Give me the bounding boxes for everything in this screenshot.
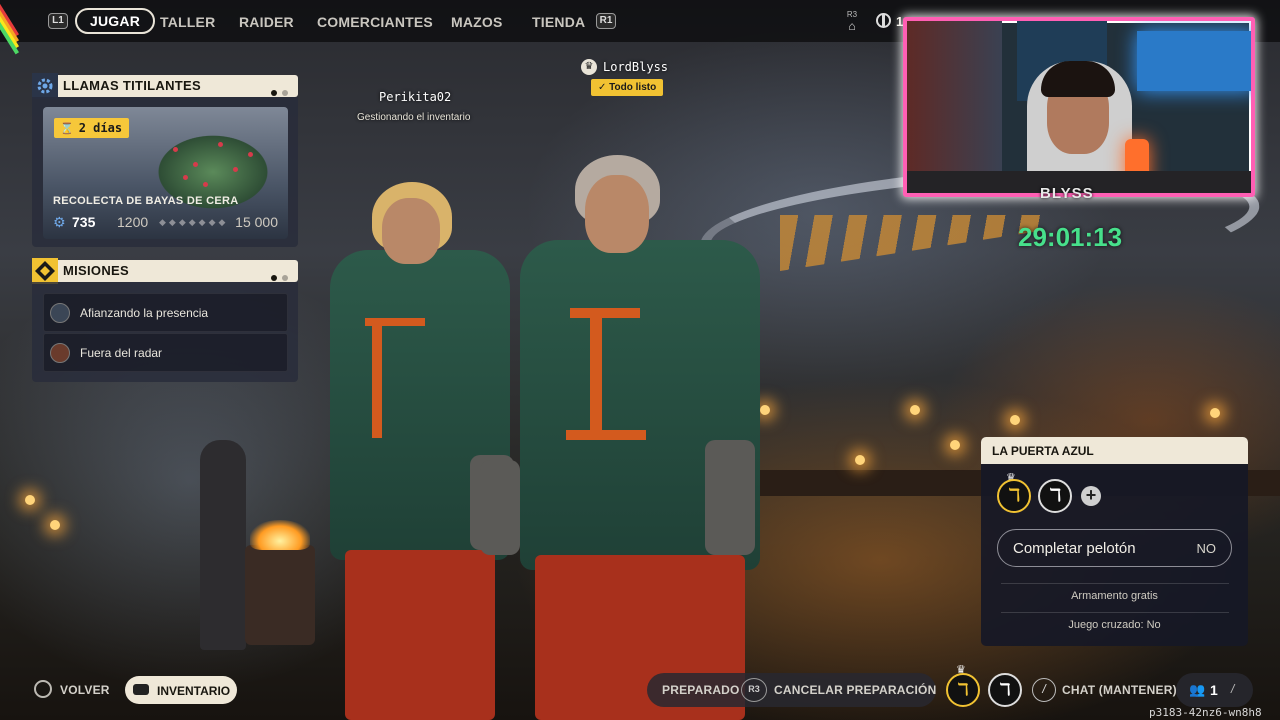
mission-item[interactable]: Fuera del radar: [43, 333, 288, 372]
time-left-text: 2 días: [78, 121, 123, 135]
cancel-ready-button[interactable]: CANCELAR PREPARACIÓN: [774, 683, 936, 697]
candle-light: [25, 495, 35, 505]
fill-squad-label: Completar pelotón: [1013, 540, 1136, 557]
mission-diamond-icon: [32, 258, 58, 284]
barrel-fire: [250, 520, 310, 550]
tab-raider[interactable]: RAIDER: [239, 9, 294, 35]
r3-hint-label: R3: [846, 10, 858, 19]
player-name: LordBlyss: [603, 60, 669, 74]
mission-portrait-icon: [50, 303, 70, 323]
missions-panel-header[interactable]: MISIONES: [32, 258, 298, 284]
candle-light: [950, 440, 960, 450]
crossplay-info: Juego cruzado: No: [1068, 619, 1161, 631]
r1-shoulder-hint: R1: [596, 13, 616, 29]
event-progress: ⚙ 735 1200 ◆◆◆◆◆◆◆ 15 000: [53, 213, 278, 231]
candle-light: [855, 455, 865, 465]
candle-light: [910, 405, 920, 415]
gear-icon: [32, 73, 58, 99]
tab-taller[interactable]: TALLER: [160, 9, 215, 35]
controller-icon: ⌂: [848, 19, 856, 33]
candle-light: [1010, 415, 1020, 425]
hourglass-icon: ⌛: [60, 122, 74, 135]
time-left-badge: ⌛ 2 días: [54, 118, 130, 138]
progress-markers: ◆◆◆◆◆◆◆: [159, 217, 229, 227]
candle-light: [1210, 408, 1220, 418]
session-code: p3183-42nz6-wn8h8: [1149, 706, 1262, 719]
loadout-info: Armamento gratis: [1071, 590, 1158, 602]
party-member-avatar[interactable]: ℸ: [1038, 479, 1072, 513]
mic-icon: /: [1032, 678, 1056, 702]
ready-badge: ✓ Todo listo: [591, 79, 664, 96]
event-milestone: 1200: [117, 214, 149, 230]
ready-status: Todo listo: [609, 82, 657, 93]
streamer-logo: BLYSS: [1040, 185, 1094, 202]
event-name: RECOLECTA DE BAYAS DE CERA: [53, 195, 239, 207]
back-circle-icon: [34, 680, 52, 698]
event-current: 735: [72, 214, 96, 230]
tab-comerciantes[interactable]: COMERCIANTES: [317, 9, 433, 35]
candle-light: [760, 405, 770, 415]
fill-squad-value: NO: [1196, 541, 1217, 556]
event-panel-header[interactable]: LLAMAS TITILANTES: [32, 73, 298, 99]
currency-icon: [876, 13, 891, 28]
divider: [1001, 612, 1229, 613]
fire-barrel: [245, 545, 315, 645]
tab-tienda[interactable]: TIENDA: [532, 9, 585, 35]
touchpad-icon: [133, 684, 149, 695]
webcam-overlay: [903, 17, 1255, 197]
l1-shoulder-hint: L1: [48, 13, 68, 29]
missions-panel-title: MISIONES: [63, 263, 129, 278]
divider: [1001, 583, 1229, 584]
rainbow-stripes-logo: [0, 0, 44, 55]
tab-jugar[interactable]: JUGAR: [75, 8, 156, 34]
squad-avatar[interactable]: ℸ: [946, 673, 980, 707]
inventory-label: INVENTARIO: [157, 684, 231, 698]
people-icon: 👥: [1189, 682, 1206, 697]
candle-light: [50, 520, 60, 530]
party-title: LA PUERTA AZUL: [992, 444, 1094, 458]
tab-mazos[interactable]: MAZOS: [451, 9, 503, 35]
squad-avatar[interactable]: ℸ: [988, 673, 1022, 707]
check-icon: ✓: [598, 82, 610, 93]
stream-timer: 29:01:13: [1018, 222, 1123, 252]
r3-hint: R3 ⌂: [842, 10, 862, 33]
mission-label: Fuera del radar: [80, 346, 163, 360]
mic-icon: /: [1231, 682, 1235, 696]
ready-status-label: PREPARADO: [662, 683, 740, 697]
mission-item[interactable]: Afianzando la presencia: [43, 293, 288, 332]
r3-button-icon: R3: [741, 678, 767, 702]
gear-icon: ⚙: [53, 214, 66, 230]
mission-label: Afianzando la presencia: [80, 306, 209, 320]
player-status: Gestionando el inventario: [357, 112, 471, 123]
event-max: 15 000: [235, 214, 278, 230]
fill-squad-toggle[interactable]: Completar pelotón NO: [997, 529, 1232, 567]
party-count-button[interactable]: 👥 1 /: [1176, 673, 1253, 707]
party-member-avatar[interactable]: ℸ: [997, 479, 1031, 513]
back-button[interactable]: VOLVER: [60, 683, 110, 697]
inventory-button[interactable]: INVENTARIO: [125, 676, 237, 704]
player-name: Perikita02: [379, 90, 452, 104]
background-figure: [200, 440, 246, 650]
event-panel-title: LLAMAS TITILANTES: [63, 78, 201, 93]
chat-hold-button[interactable]: CHAT (MANTENER): [1062, 683, 1177, 697]
leader-crown-icon: ♛: [581, 59, 597, 75]
mission-portrait-icon: [50, 343, 70, 363]
add-member-icon[interactable]: +: [1081, 486, 1101, 506]
party-count: 1: [1210, 682, 1218, 698]
